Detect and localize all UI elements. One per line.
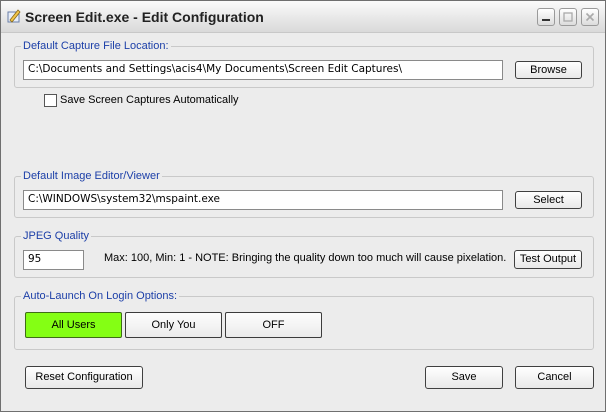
browse-button-label: Browse	[530, 64, 567, 76]
minimize-button[interactable]	[537, 8, 555, 26]
window-title: Screen Edit.exe - Edit Configuration	[25, 9, 264, 25]
jpeg-quality-legend: JPEG Quality	[21, 230, 92, 242]
close-button[interactable]	[581, 8, 599, 26]
all-users-option-label: All Users	[51, 319, 96, 331]
all-users-option[interactable]: All Users	[25, 312, 122, 338]
cancel-button-label: Cancel	[537, 371, 572, 383]
off-option[interactable]: OFF	[225, 312, 322, 338]
cancel-button[interactable]: Cancel	[515, 366, 594, 389]
reset-configuration-button[interactable]: Reset Configuration	[25, 366, 143, 389]
only-you-option-label: Only You	[151, 319, 196, 331]
auto-save-label[interactable]: Save Screen Captures Automatically	[60, 94, 239, 106]
test-output-button-label: Test Output	[519, 253, 577, 265]
title-bar[interactable]: Screen Edit.exe - Edit Configuration	[1, 1, 605, 33]
reset-configuration-button-label: Reset Configuration	[35, 371, 133, 383]
off-option-label: OFF	[262, 319, 285, 331]
maximize-icon	[563, 12, 573, 22]
only-you-option[interactable]: Only You	[125, 312, 222, 338]
jpeg-quality-input[interactable]: 95	[23, 250, 84, 270]
test-output-button[interactable]: Test Output	[514, 250, 582, 269]
auto-save-checkbox[interactable]	[44, 94, 57, 107]
select-button[interactable]: Select	[515, 191, 582, 209]
browse-button[interactable]: Browse	[515, 61, 582, 79]
image-editor-legend: Default Image Editor/Viewer	[21, 170, 162, 182]
save-button-label: Save	[451, 371, 477, 383]
select-button-label: Select	[533, 194, 564, 206]
maximize-button[interactable]	[559, 8, 577, 26]
close-icon	[585, 12, 595, 22]
app-icon	[6, 8, 22, 24]
auto-launch-group: Auto-Launch On Login Options: All Users …	[14, 290, 594, 350]
auto-launch-legend: Auto-Launch On Login Options:	[21, 290, 180, 302]
edit-configuration-window: Screen Edit.exe - Edit Configuration Def…	[0, 0, 606, 412]
minimize-icon	[542, 19, 550, 21]
jpeg-quality-note: Max: 100, Min: 1 - NOTE: Bringing the qu…	[104, 252, 507, 264]
image-editor-path-input[interactable]: C:\WINDOWS\system32\mspaint.exe	[23, 190, 503, 210]
save-button[interactable]: Save	[425, 366, 503, 389]
capture-location-legend: Default Capture File Location:	[21, 40, 171, 52]
capture-path-input[interactable]: C:\Documents and Settings\acis4\My Docum…	[23, 60, 503, 80]
